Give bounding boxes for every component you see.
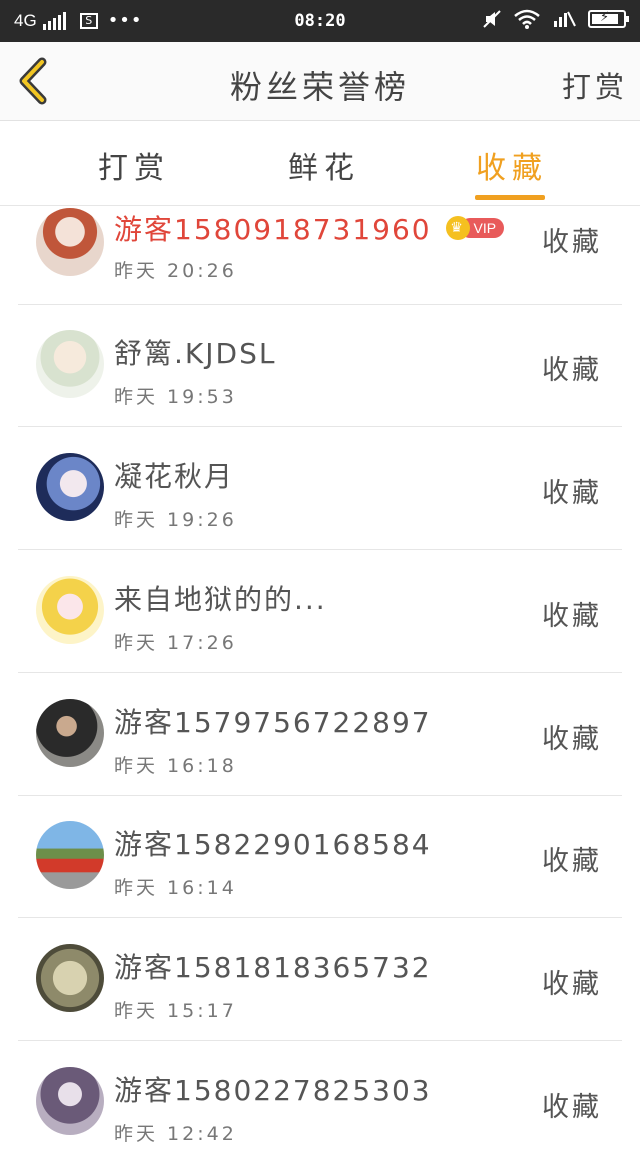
fan-time: 昨天 19:53: [114, 386, 237, 408]
fan-time: 昨天 16:18: [114, 755, 237, 777]
fan-name: 游客1580918731960 ♛ VIP: [114, 208, 505, 248]
fan-name: 舒篱.KJDSL: [114, 337, 277, 370]
fan-name: 凝花秋月: [114, 460, 235, 493]
fan-name: 游客1580227825303: [114, 1074, 432, 1107]
avatar: [36, 944, 104, 1012]
wifi-icon: [514, 9, 540, 29]
action-label: 收藏: [542, 355, 602, 386]
avatar: [36, 1067, 104, 1135]
fan-row[interactable]: 游客1581818365732 昨天 15:17 收藏: [18, 918, 622, 1041]
fan-time: 昨天 19:26: [114, 509, 237, 531]
avatar: [36, 330, 104, 398]
nav-bar: 粉丝荣誉榜 打赏: [0, 42, 640, 121]
action-label: 收藏: [542, 969, 602, 1000]
avatar: [36, 453, 104, 521]
fan-row[interactable]: 游客1580918731960 ♛ VIP 昨天 20:26 收藏: [18, 182, 622, 305]
fan-row[interactable]: 游客1579756722897 昨天 16:18 收藏: [18, 673, 622, 796]
mute-icon: [483, 10, 501, 28]
tip-button[interactable]: 打赏: [562, 64, 628, 106]
fan-name: 游客1582290168584: [114, 828, 432, 861]
fan-time: 昨天 20:26: [114, 260, 237, 282]
fan-name: 游客1581818365732: [114, 951, 432, 984]
battery-charging-icon: ⚡: [588, 10, 629, 28]
fan-time: 昨天 17:26: [114, 632, 237, 654]
tab-flowers[interactable]: 鲜花: [288, 143, 360, 187]
fan-time: 昨天 12:42: [114, 1123, 237, 1145]
fan-row[interactable]: 游客1580227825303 昨天 12:42 收藏: [18, 1041, 622, 1163]
fan-name: 来自地狱的的...: [114, 583, 327, 616]
fan-name: 游客1579756722897: [114, 706, 432, 739]
action-label: 收藏: [542, 601, 602, 632]
status-bar: 4G S ••• 08:20 ⚡: [0, 0, 640, 42]
tab-tip[interactable]: 打赏: [98, 143, 170, 187]
action-label: 收藏: [542, 227, 602, 258]
action-label: 收藏: [542, 1092, 602, 1123]
fan-time: 昨天 16:14: [114, 877, 237, 899]
tab-favorites[interactable]: 收藏: [476, 143, 548, 187]
avatar: [36, 821, 104, 889]
avatar: [36, 208, 104, 276]
page-title: 粉丝荣誉榜: [229, 68, 410, 106]
fan-row[interactable]: 游客1582290168584 昨天 16:14 收藏: [18, 795, 622, 918]
action-label: 收藏: [542, 724, 602, 755]
crown-icon: ♛: [445, 216, 470, 240]
avatar: [36, 576, 104, 644]
fan-name-text: 游客1580918731960: [114, 213, 432, 246]
action-label: 收藏: [542, 478, 602, 509]
fan-row[interactable]: 来自地狱的的... 昨天 17:26 收藏: [18, 550, 622, 673]
vip-badge: ♛ VIP: [445, 216, 505, 240]
avatar: [36, 699, 104, 767]
action-label: 收藏: [542, 846, 602, 877]
fan-time: 昨天 15:17: [114, 1000, 237, 1022]
no-signal-icon: [554, 11, 576, 27]
fan-row[interactable]: 舒篱.KJDSL 昨天 19:53 收藏: [18, 304, 622, 427]
status-right: ⚡: [482, 9, 629, 29]
fan-row[interactable]: 凝花秋月 昨天 19:26 收藏: [18, 427, 622, 550]
